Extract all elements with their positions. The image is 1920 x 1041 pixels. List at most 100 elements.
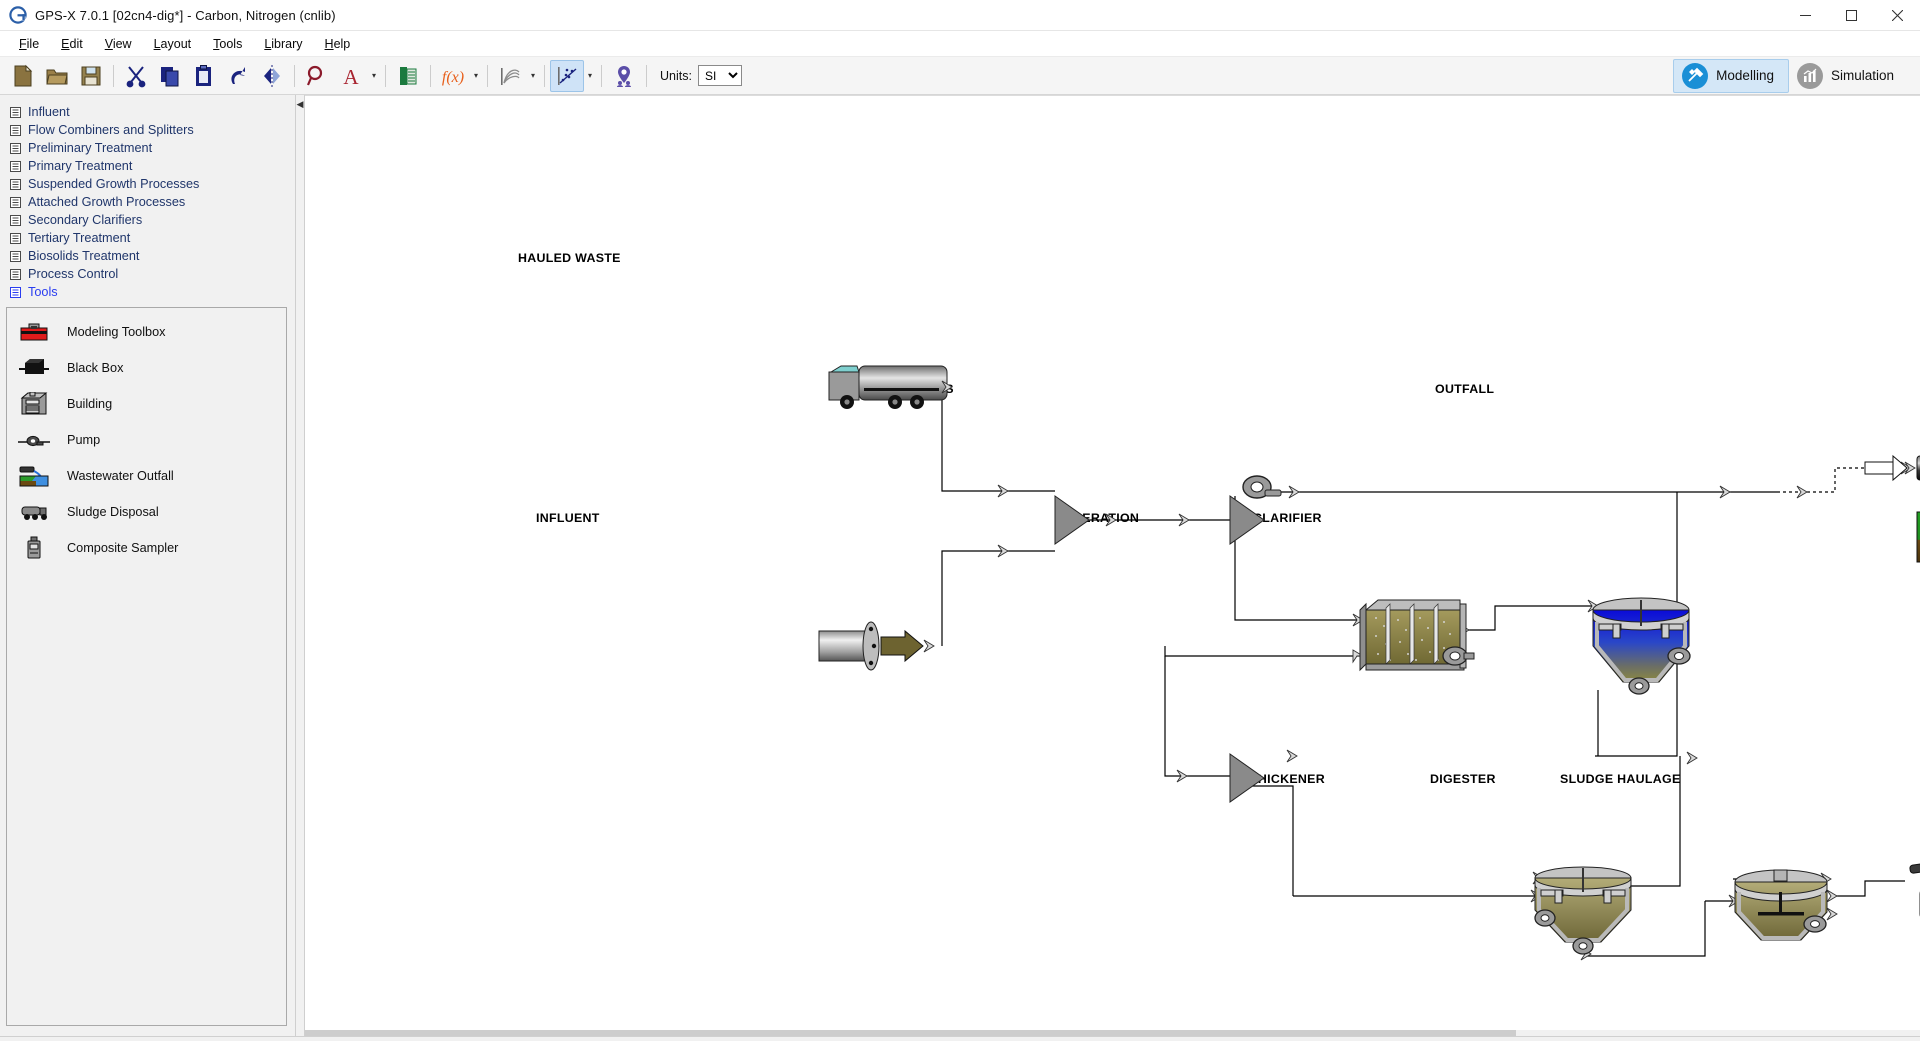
menu-mnemonic: T	[213, 36, 220, 51]
tool-item-sludge-disposal[interactable]: Sludge Disposal	[7, 494, 286, 530]
tool-item-label: Black Box	[67, 361, 124, 375]
modelling-mode-button[interactable]: Modelling	[1673, 58, 1789, 93]
save-disk-icon[interactable]	[74, 60, 108, 92]
chart-dropdown-caret-icon[interactable]: ▾	[527, 60, 539, 92]
units-select[interactable]: SIUS	[697, 65, 742, 86]
simulation-mode-label: Simulation	[1830, 68, 1894, 83]
main-body: Influent Flow Combiners and Splitters Prel…	[0, 95, 1920, 1036]
toolbar-separator	[646, 64, 647, 87]
window-title: GPS-X 7.0.1 [02cn4-dig*] - Carbon, Nitro…	[35, 7, 336, 23]
maximize-button[interactable]	[1828, 0, 1874, 31]
secondary-clarifier	[1592, 597, 1691, 695]
svg-text:A: A	[343, 65, 359, 88]
mirror-flip-icon[interactable]	[255, 60, 289, 92]
tree-item-process-control[interactable]: Process Control	[6, 265, 295, 283]
scatter-dropdown-caret-icon[interactable]: ▾	[584, 60, 596, 92]
tree-item-tools[interactable]: Tools	[6, 283, 295, 301]
wastewater-outfall	[1864, 454, 1920, 563]
tree-node-icon	[10, 268, 21, 280]
tree-item-label: Process Control	[28, 267, 119, 281]
tree-node-icon	[10, 214, 21, 226]
tree-node-icon	[10, 232, 21, 244]
excel-export-icon[interactable]	[391, 60, 425, 92]
font-color-icon[interactable]: A	[334, 60, 368, 92]
flowsheet-drawing: HAULED WASTEBYPASSOUTFALLINFLUENTAERATIO…	[305, 96, 1920, 1036]
toolbar-separator	[294, 64, 295, 87]
tool-item-wastewater-outfall[interactable]: Wastewater Outfall	[7, 458, 286, 494]
tree-item-label: Biosolids Treatment	[28, 249, 140, 263]
tool-item-label: Modeling Toolbox	[67, 325, 166, 339]
simulation-mode-button[interactable]: Simulation	[1789, 59, 1908, 93]
close-button[interactable]	[1874, 0, 1920, 31]
fx-dropdown-caret-icon[interactable]: ▾	[470, 60, 482, 92]
tool-item-label: Wastewater Outfall	[67, 469, 174, 483]
title-bar: GPS-X 7.0.1 [02cn4-dig*] - Carbon, Nitro…	[0, 0, 1920, 31]
toolbar-separator	[487, 64, 488, 87]
tree-item-label: Tools	[28, 285, 58, 299]
menu-help[interactable]: Help	[314, 34, 362, 54]
menu-tools[interactable]: Tools	[202, 34, 253, 54]
tree-item-influent[interactable]: Influent	[6, 103, 295, 121]
tree-item-primary-treatment[interactable]: Primary Treatment	[6, 157, 295, 175]
tool-item-label: Pump	[67, 433, 101, 447]
bypass-splitter	[1242, 475, 1282, 499]
tree-item-label: Tertiary Treatment	[28, 231, 131, 245]
paste-clipboard-icon[interactable]	[187, 60, 221, 92]
new-file-icon[interactable]	[6, 60, 40, 92]
gravity-thickener	[1534, 866, 1632, 955]
main-toolbar: A ▾ f(x) ▾ ▾ ▾ Units: SI Modelling Simul…	[0, 57, 1920, 95]
menu-file[interactable]: File	[8, 34, 50, 54]
undo-arrow-icon[interactable]	[221, 60, 255, 92]
tree-item-biosolids-treatment[interactable]: Biosolids Treatment	[6, 247, 295, 265]
tool-item-black-box[interactable]: Black Box	[7, 350, 286, 386]
menu-edit[interactable]: Edit	[50, 34, 94, 54]
scatter-chart-icon[interactable]	[550, 59, 584, 92]
cut-scissors-icon[interactable]	[119, 60, 153, 92]
sludge-haulage-truck	[1909, 862, 1920, 917]
influent-pipe	[818, 621, 935, 671]
formula-fx-icon[interactable]: f(x)	[436, 60, 470, 92]
tree-item-label: Suspended Growth Processes	[28, 177, 200, 191]
building-icon	[17, 390, 51, 418]
hauled-waste-tanker	[828, 365, 953, 409]
splitter-collapse-icon[interactable]: ◀	[297, 99, 304, 110]
tree-item-tertiary-treatment[interactable]: Tertiary Treatment	[6, 229, 295, 247]
toolbar-separator	[601, 64, 602, 87]
tool-item-modeling-toolbox[interactable]: Modeling Toolbox	[7, 314, 286, 350]
person-influent-icon[interactable]	[607, 60, 641, 92]
font-dropdown-caret-icon[interactable]: ▾	[368, 60, 380, 92]
window-controls	[1782, 0, 1920, 31]
tool-item-building[interactable]: Building	[7, 386, 286, 422]
minimize-button[interactable]	[1782, 0, 1828, 31]
pump-icon	[17, 426, 51, 454]
tree-node-icon	[10, 160, 21, 172]
open-folder-icon[interactable]	[40, 60, 74, 92]
tool-item-composite-sampler[interactable]: Composite Sampler	[7, 530, 286, 566]
library-sidebar: Influent Flow Combiners and Splitters Prel…	[0, 95, 295, 1036]
tree-item-attached-growth-processes[interactable]: Attached Growth Processes	[6, 193, 295, 211]
tree-item-suspended-growth-processes[interactable]: Suspended Growth Processes	[6, 175, 295, 193]
line-chart-icon[interactable]	[493, 60, 527, 92]
scrollbar-thumb[interactable]	[305, 1030, 1517, 1036]
tree-item-secondary-clarifiers[interactable]: Secondary Clarifiers	[6, 211, 295, 229]
sidebar-splitter[interactable]: ◀	[295, 95, 305, 1036]
tool-item-pump[interactable]: Pump	[7, 422, 286, 458]
tree-node-icon	[10, 178, 21, 190]
tree-node-icon	[10, 196, 21, 208]
svg-text:f(x): f(x)	[442, 69, 464, 86]
menu-view[interactable]: View	[94, 34, 143, 54]
copy-icon[interactable]	[153, 60, 187, 92]
menu-library[interactable]: Library	[253, 34, 313, 54]
tree-item-flow-combiners-and-splitters[interactable]: Flow Combiners and Splitters	[6, 121, 295, 139]
tree-item-label: Primary Treatment	[28, 159, 133, 173]
zoom-magnifier-icon[interactable]	[300, 60, 334, 92]
toolbar-separator	[430, 64, 431, 87]
menu-layout[interactable]: Layout	[143, 34, 203, 54]
tools-palette-panel: Modeling Toolbox Black Box Building Pump Was…	[6, 307, 287, 1026]
flowsheet-canvas[interactable]: HAULED WASTEBYPASSOUTFALLINFLUENTAERATIO…	[305, 95, 1920, 1036]
menu-mnemonic: V	[104, 36, 113, 51]
tree-item-preliminary-treatment[interactable]: Preliminary Treatment	[6, 139, 295, 157]
modelling-mode-label: Modelling	[1716, 68, 1774, 83]
outfall-icon	[17, 462, 51, 490]
canvas-horizontal-scrollbar[interactable]	[305, 1030, 1920, 1036]
